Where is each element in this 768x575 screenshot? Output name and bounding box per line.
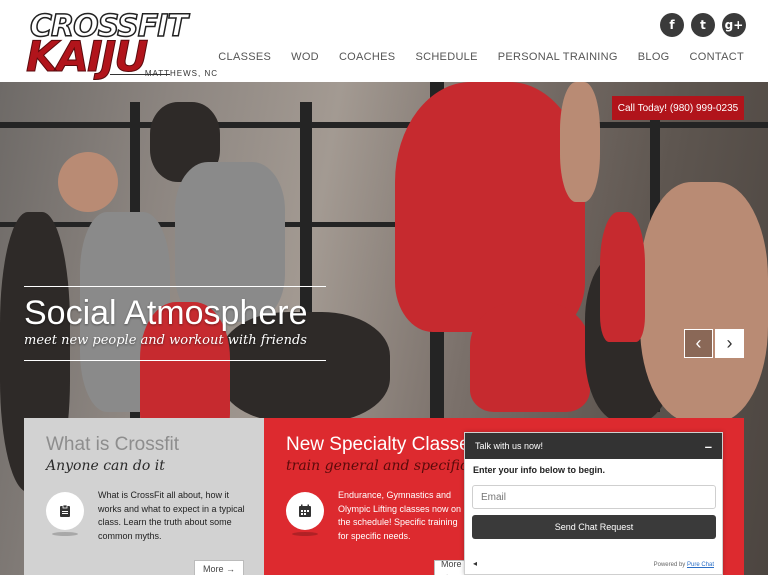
nav-item-personal-training[interactable]: PERSONAL TRAINING <box>498 51 618 63</box>
call-today-button[interactable]: Call Today! (980) 999-0235 <box>612 96 744 120</box>
card-title[interactable]: New Specialty Classes <box>286 434 479 456</box>
athlete-shirt <box>600 212 645 342</box>
social-links: f t g+ <box>660 13 746 37</box>
chat-header[interactable]: Talk with us now! – <box>465 433 722 459</box>
card-subtitle: train general and specific <box>286 458 468 474</box>
send-chat-request-button[interactable]: Send Chat Request <box>472 515 716 539</box>
facebook-icon[interactable]: f <box>660 13 684 37</box>
more-button[interactable]: More → <box>194 560 244 575</box>
logo-location: MATTHEWS, NC <box>144 69 218 78</box>
site-header: CROSSFIT KAIJU MATTHEWS, NC f t g+ CLASS… <box>0 0 768 82</box>
minimize-icon[interactable]: – <box>705 439 712 454</box>
google-plus-icon[interactable]: g+ <box>722 13 746 37</box>
icon-shadow <box>292 532 318 536</box>
slide-subtitle: meet new people and workout with friends <box>24 333 307 348</box>
chat-title: Talk with us now! <box>475 441 544 451</box>
caption-divider-bottom <box>24 360 326 361</box>
slider-next-button[interactable]: › <box>715 329 744 358</box>
more-button[interactable]: More → <box>434 560 468 575</box>
twitter-icon[interactable]: t <box>691 13 715 37</box>
powered-by-label: Powered by <box>653 562 686 568</box>
card-title[interactable]: What is Crossfit <box>46 434 179 456</box>
clipboard-icon <box>46 492 84 530</box>
athlete-shorts <box>470 302 590 412</box>
crossfit-kaiju-logo[interactable]: CROSSFIT KAIJU MATTHEWS, NC <box>25 11 236 81</box>
slide-caption: Social Atmosphere meet new people and wo… <box>24 286 326 361</box>
card-description: What is CrossFit all about, how it works… <box>98 490 245 541</box>
nav-item-classes[interactable]: CLASSES <box>218 51 271 63</box>
icon-shadow <box>52 532 78 536</box>
feature-card-what-is-crossfit: What is Crossfit Anyone can do it What i… <box>24 418 264 575</box>
main-nav: CLASSES WOD COACHES SCHEDULE PERSONAL TR… <box>218 51 744 63</box>
athlete-figure <box>640 182 768 422</box>
pure-chat-link[interactable]: Pure Chat <box>687 562 714 568</box>
athlete-head <box>58 152 118 212</box>
nav-item-coaches[interactable]: COACHES <box>339 51 396 63</box>
card-subtitle: Anyone can do it <box>46 458 165 474</box>
chat-widget: Talk with us now! – Enter your info belo… <box>464 432 723 575</box>
chat-prompt: Enter your info below to begin. <box>473 465 605 475</box>
chat-email-input[interactable] <box>472 485 716 509</box>
athlete-shirt <box>395 82 585 332</box>
nav-item-wod[interactable]: WOD <box>291 51 319 63</box>
caption-divider-top <box>24 286 326 287</box>
sound-icon[interactable]: ◂ <box>473 559 477 568</box>
slide-title: Social Atmosphere <box>24 294 308 332</box>
athlete-arm <box>560 82 600 202</box>
logo-bottom-text: KAIJU <box>25 32 148 81</box>
calendar-icon <box>286 492 324 530</box>
chat-powered-by: Powered by Pure Chat <box>654 562 714 568</box>
nav-item-schedule[interactable]: SCHEDULE <box>415 51 477 63</box>
nav-item-contact[interactable]: CONTACT <box>690 51 744 63</box>
nav-item-blog[interactable]: BLOG <box>638 51 670 63</box>
card-description: Endurance, Gymnastics and Olympic Liftin… <box>338 490 462 541</box>
slider-prev-button[interactable]: ‹ <box>684 329 713 358</box>
